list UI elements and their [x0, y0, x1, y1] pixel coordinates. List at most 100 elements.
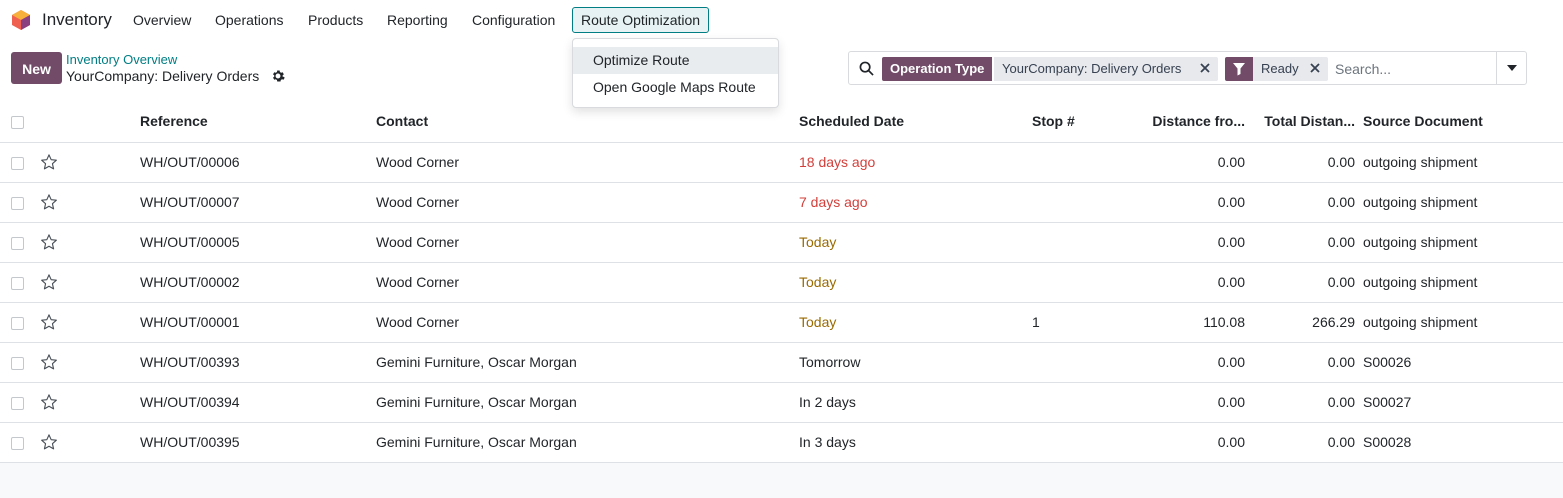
table-row[interactable]: WH/OUT/00393 Gemini Furniture, Oscar Morg…	[0, 342, 1563, 383]
star-icon[interactable]	[40, 313, 58, 331]
cell-contact: Gemini Furniture, Oscar Morgan	[376, 342, 799, 383]
breadcrumb-current: YourCompany: Delivery Orders	[66, 68, 260, 84]
cell-contact: Wood Corner	[376, 142, 799, 183]
nav-reporting[interactable]: Reporting	[387, 12, 448, 28]
cell-distance: 0.00	[1144, 262, 1245, 303]
cell-source-document: outgoing shipment	[1355, 262, 1563, 303]
menu-item-optimize-route[interactable]: Optimize Route	[573, 47, 778, 74]
table-row[interactable]: WH/OUT/00395 Gemini Furniture, Oscar Morg…	[0, 422, 1563, 463]
search-options-toggle[interactable]	[1496, 52, 1526, 84]
cell-stop	[1032, 182, 1144, 223]
cell-distance: 0.00	[1144, 422, 1245, 463]
row-checkbox[interactable]	[11, 436, 24, 450]
cell-reference: WH/OUT/00007	[140, 182, 376, 223]
empty-area	[0, 463, 1563, 498]
nav-configuration[interactable]: Configuration	[472, 12, 555, 28]
nav-products[interactable]: Products	[308, 12, 363, 28]
row-checkbox[interactable]	[11, 396, 24, 410]
star-icon[interactable]	[40, 433, 58, 451]
cell-reference: WH/OUT/00002	[140, 262, 376, 303]
table-row[interactable]: WH/OUT/00394 Gemini Furniture, Oscar Morg…	[0, 382, 1563, 423]
cell-scheduled-date: In 2 days	[799, 382, 1032, 423]
table-row[interactable]: WH/OUT/00006 Wood Corner 18 days ago 0.00 0.…	[0, 142, 1563, 183]
cell-total-distance: 0.00	[1245, 142, 1355, 183]
cell-distance: 0.00	[1144, 142, 1245, 183]
cell-contact: Wood Corner	[376, 262, 799, 303]
cell-total-distance: 0.00	[1245, 422, 1355, 463]
delivery-orders-table: Reference Contact Scheduled Date Stop # …	[0, 101, 1563, 463]
breadcrumb-inventory-overview[interactable]: Inventory Overview	[66, 52, 177, 67]
cell-source-document: S00028	[1355, 422, 1563, 463]
cell-contact: Wood Corner	[376, 222, 799, 263]
cell-source-document: outgoing shipment	[1355, 302, 1563, 343]
cell-scheduled-date: Today	[799, 302, 1032, 343]
cell-reference: WH/OUT/00005	[140, 222, 376, 263]
cell-contact: Gemini Furniture, Oscar Morgan	[376, 422, 799, 463]
row-checkbox[interactable]	[11, 236, 24, 250]
row-checkbox[interactable]	[11, 316, 24, 330]
column-header-reference[interactable]: Reference	[140, 101, 376, 143]
star-icon[interactable]	[40, 153, 58, 171]
column-header-total-distance[interactable]: Total Distan...	[1245, 101, 1355, 143]
cell-reference: WH/OUT/00393	[140, 342, 376, 383]
cell-scheduled-date: Tomorrow	[799, 342, 1032, 383]
cell-stop	[1032, 222, 1144, 263]
column-header-stop[interactable]: Stop #	[1032, 101, 1144, 143]
cell-total-distance: 0.00	[1245, 262, 1355, 303]
table-row[interactable]: WH/OUT/00001 Wood Corner Today 1 110.08 266.2…	[0, 302, 1563, 343]
table-row[interactable]: WH/OUT/00002 Wood Corner Today 0.00 0.00 outg…	[0, 262, 1563, 303]
cell-contact: Gemini Furniture, Oscar Morgan	[376, 382, 799, 423]
cell-contact: Wood Corner	[376, 182, 799, 223]
row-checkbox[interactable]	[11, 356, 24, 370]
list-view: Reference Contact Scheduled Date Stop # …	[0, 101, 1563, 463]
cell-contact: Wood Corner	[376, 302, 799, 343]
nav-overview[interactable]: Overview	[133, 12, 191, 28]
star-icon[interactable]	[40, 233, 58, 251]
star-icon[interactable]	[40, 193, 58, 211]
cell-scheduled-date: 18 days ago	[799, 142, 1032, 183]
column-header-source-document[interactable]: Source Document	[1355, 101, 1563, 143]
cell-stop	[1032, 342, 1144, 383]
nav-operations[interactable]: Operations	[215, 12, 283, 28]
cell-total-distance: 0.00	[1245, 222, 1355, 263]
cell-source-document: outgoing shipment	[1355, 142, 1563, 183]
menu-item-open-google-maps-route[interactable]: Open Google Maps Route	[573, 74, 778, 101]
cell-stop	[1032, 142, 1144, 183]
new-button[interactable]: New	[11, 52, 62, 84]
facet-operation-type-value: YourCompany: Delivery Orders	[994, 57, 1218, 81]
cell-stop	[1032, 382, 1144, 423]
remove-facet-close-icon[interactable]	[1309, 62, 1321, 74]
table-row[interactable]: WH/OUT/00005 Wood Corner Today 0.00 0.00 outg…	[0, 222, 1563, 263]
caret-down-icon	[1507, 65, 1517, 71]
column-header-distance[interactable]: Distance fro...	[1144, 101, 1245, 143]
star-icon[interactable]	[40, 273, 58, 291]
cell-scheduled-date: In 3 days	[799, 422, 1032, 463]
star-icon[interactable]	[40, 353, 58, 371]
table-row[interactable]: WH/OUT/00007 Wood Corner 7 days ago 0.00 0.0…	[0, 182, 1563, 223]
search-bar: Operation Type YourCompany: Delivery Ord…	[848, 51, 1527, 85]
row-checkbox[interactable]	[11, 156, 24, 170]
search-input[interactable]	[1333, 58, 1493, 80]
filter-icon	[1233, 63, 1245, 76]
column-header-scheduled-date[interactable]: Scheduled Date	[799, 101, 1032, 143]
select-all-checkbox[interactable]	[11, 116, 24, 130]
star-icon[interactable]	[40, 393, 58, 411]
table-header-row: Reference Contact Scheduled Date Stop # …	[0, 101, 1563, 143]
cell-distance: 0.00	[1144, 382, 1245, 423]
nav-route-optimization[interactable]: Route Optimization	[572, 7, 710, 33]
filter-facet-icon	[1225, 57, 1253, 81]
app-name[interactable]: Inventory	[42, 10, 112, 30]
search-icon[interactable]	[859, 61, 874, 76]
row-checkbox[interactable]	[11, 196, 24, 210]
cell-distance: 0.00	[1144, 342, 1245, 383]
cell-total-distance: 0.00	[1245, 182, 1355, 223]
cell-total-distance: 0.00	[1245, 342, 1355, 383]
cell-reference: WH/OUT/00395	[140, 422, 376, 463]
odoo-inventory-logo-icon[interactable]	[11, 9, 31, 31]
cell-total-distance: 0.00	[1245, 382, 1355, 423]
remove-facet-close-icon[interactable]	[1199, 62, 1211, 74]
row-checkbox[interactable]	[11, 276, 24, 290]
cell-scheduled-date: Today	[799, 222, 1032, 263]
gear-icon[interactable]	[271, 69, 285, 83]
cell-reference: WH/OUT/00006	[140, 142, 376, 183]
